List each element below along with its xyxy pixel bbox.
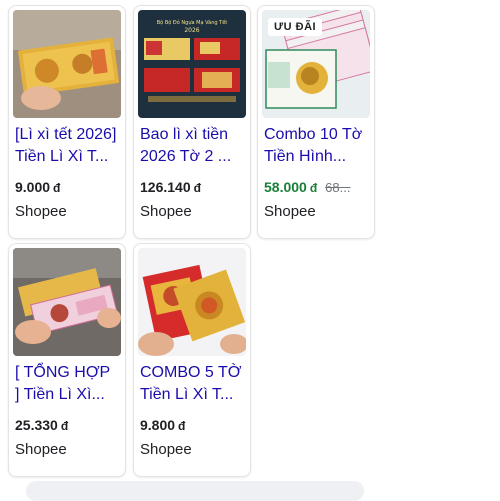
price-value: 9.800 [140,417,176,433]
seller-name: Shopee [15,203,67,220]
seller-name: Shopee [140,203,192,220]
title-line: Tiền Lì Xì T... [140,386,234,403]
product-image[interactable]: Bộ Bộ Đỏ Ngựa Mạ Vàng Tết 2026 [138,10,246,118]
product-price: 9.000 đ [15,179,60,195]
title-line: Combo 10 Tờ [264,126,363,143]
title-line: [ TỔNG HỢP [15,364,111,381]
title-line: Bao lì xì tiền [140,126,229,143]
currency-symbol: đ [53,181,61,195]
product-image[interactable] [13,248,121,356]
title-line: ] Tiền Lì Xì... [15,386,105,403]
seller-name: Shopee [140,441,192,458]
product-price: 9.800 đ [140,417,185,433]
product-card[interactable]: COMBO 5 TỜ Tiền Lì Xì T... 9.800 đ Shopee [133,243,251,477]
price-value: 126.140 [140,179,191,195]
title-line: COMBO 5 TỜ [140,364,242,381]
product-image[interactable] [13,10,121,118]
product-price: 25.330 đ [15,417,68,433]
product-card[interactable]: ƯU ĐÃI Combo 10 Tờ Tiền Hình... 58.000 đ 6… [257,5,375,239]
old-price: 68... [325,180,351,195]
price-value: 9.000 [15,179,51,195]
image-caption: Bộ Bộ Đỏ Ngựa Mạ Vàng Tết [157,19,228,26]
title-line: Tiền Hình... [264,148,347,165]
product-title[interactable]: Combo 10 Tờ Tiền Hình... [264,124,370,168]
product-image[interactable]: ƯU ĐÃI [262,10,370,118]
product-price: 126.140 đ [140,179,201,195]
product-title[interactable]: COMBO 5 TỜ Tiền Lì Xì T... [140,362,246,406]
seller-name: Shopee [264,203,316,220]
currency-symbol: đ [178,419,186,433]
offer-badge: ƯU ĐÃI [268,18,323,36]
product-card[interactable]: [Lì xì tết 2026] Tiền Lì Xì T... 9.000 đ … [8,5,126,239]
product-image[interactable] [138,248,246,356]
product-card[interactable]: [ TỔNG HỢP ] Tiền Lì Xì... 25.330 đ Shope… [8,243,126,477]
product-price: 58.000 đ 68... [264,179,350,195]
price-value: 25.330 [15,417,58,433]
product-title[interactable]: [Lì xì tết 2026] Tiền Lì Xì T... [15,124,121,168]
product-title[interactable]: Bao lì xì tiền 2026 Tờ 2 ... [140,124,246,168]
title-line: [Lì xì tết 2026] [15,126,117,143]
currency-symbol: đ [309,181,318,195]
price-value: 58.000 [264,179,307,195]
more-results-bar[interactable] [26,481,364,501]
product-title[interactable]: [ TỔNG HỢP ] Tiền Lì Xì... [15,362,121,406]
currency-symbol: đ [60,419,69,433]
product-card[interactable]: Bộ Bộ Đỏ Ngựa Mạ Vàng Tết 2026 Bao lì xì… [133,5,251,239]
seller-name: Shopee [15,441,67,458]
currency-symbol: đ [193,181,201,195]
title-line: 2026 Tờ 2 ... [140,148,232,165]
title-line: Tiền Lì Xì T... [15,148,109,165]
image-caption: 2026 [184,27,199,34]
